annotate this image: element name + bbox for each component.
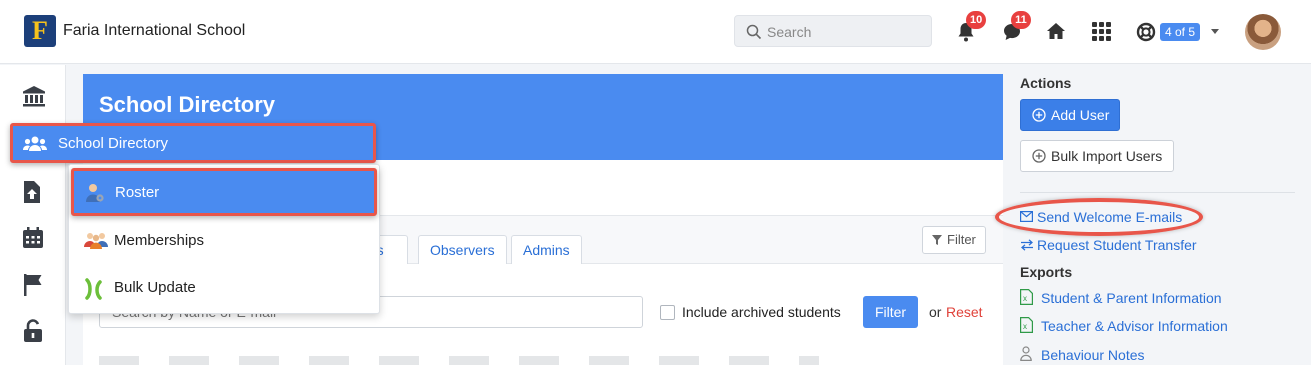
- excel-file-icon: x: [1020, 289, 1033, 305]
- file-upload-icon[interactable]: [22, 180, 42, 204]
- include-archived-label[interactable]: Include archived students: [682, 304, 841, 320]
- logo-letter: F: [32, 16, 48, 45]
- memberships-group-icon: [84, 233, 108, 249]
- home-icon[interactable]: [1046, 22, 1066, 40]
- school-directory-menu-item[interactable]: School Directory: [10, 123, 376, 163]
- calendar-icon[interactable]: [22, 227, 44, 249]
- messages-badge: 11: [1011, 11, 1031, 29]
- reset-link[interactable]: Reset: [946, 304, 983, 320]
- or-text: or: [929, 304, 942, 320]
- submenu-roster-label: Roster: [115, 184, 160, 201]
- roster-person-gear-icon: [86, 184, 104, 202]
- include-archived-checkbox[interactable]: [660, 305, 675, 320]
- school-directory-submenu: Roster Memberships Bulk Update: [68, 164, 380, 314]
- person-outline-icon: [1020, 346, 1032, 361]
- transfer-arrows-icon: [1021, 239, 1033, 251]
- export-behaviour-notes-link[interactable]: Behaviour Notes: [1020, 346, 1180, 364]
- bulk-update-icon: [85, 278, 102, 300]
- notifications-badge: 10: [966, 11, 987, 29]
- actions-heading: Actions: [1020, 75, 1072, 91]
- left-nav: [0, 65, 66, 365]
- plus-circle-icon: [1032, 149, 1046, 163]
- submenu-bulk-update-label: Bulk Update: [114, 279, 196, 296]
- filter-toggle-button[interactable]: Filter: [922, 226, 986, 254]
- export-student-parent-link[interactable]: x Student & Parent Information: [1020, 289, 1230, 307]
- school-logo[interactable]: F: [24, 15, 56, 47]
- submenu-item-roster[interactable]: Roster: [71, 168, 377, 216]
- exports-heading: Exports: [1020, 264, 1073, 280]
- users-group-icon: [23, 136, 47, 151]
- global-search-input[interactable]: [767, 22, 917, 42]
- svg-text:x: x: [1023, 294, 1027, 303]
- page-title: School Directory: [99, 92, 276, 117]
- divider: [1020, 192, 1295, 193]
- unlock-icon[interactable]: [22, 319, 44, 343]
- svg-text:x: x: [1023, 322, 1027, 331]
- filter-button[interactable]: Filter: [863, 296, 918, 328]
- chevron-down-icon[interactable]: [1211, 29, 1219, 34]
- top-bar: F Faria International School 10 11 4 of …: [0, 0, 1311, 64]
- export-teacher-advisor-label: Teacher & Advisor Information: [1041, 318, 1228, 334]
- export-student-parent-label: Student & Parent Information: [1041, 290, 1222, 306]
- school-building-icon[interactable]: [22, 85, 46, 107]
- request-student-transfer-link[interactable]: Request Student Transfer: [1020, 237, 1200, 255]
- submenu-item-bulk-update[interactable]: Bulk Update: [69, 268, 381, 308]
- apps-grid-icon[interactable]: [1092, 22, 1111, 41]
- school-name[interactable]: Faria International School: [63, 22, 245, 40]
- help-lifebuoy-icon[interactable]: [1136, 22, 1156, 42]
- bulk-import-label: Bulk Import Users: [1051, 148, 1163, 164]
- tab-observers[interactable]: Observers: [418, 235, 507, 264]
- bulk-import-users-button[interactable]: Bulk Import Users: [1020, 140, 1174, 172]
- add-user-button[interactable]: Add User: [1020, 99, 1120, 131]
- submenu-memberships-label: Memberships: [114, 232, 205, 249]
- page-counter-pill[interactable]: 4 of 5: [1160, 23, 1201, 41]
- school-directory-label: School Directory: [58, 135, 169, 152]
- submenu-item-memberships[interactable]: Memberships: [69, 221, 381, 261]
- global-search[interactable]: [734, 15, 932, 47]
- table-row-faded: [99, 356, 819, 365]
- filter-funnel-icon: [932, 235, 942, 245]
- highlight-annotation: [995, 198, 1203, 236]
- add-user-label: Add User: [1051, 107, 1110, 123]
- search-icon: [746, 24, 762, 40]
- filter-toggle-label: Filter: [947, 232, 976, 247]
- export-teacher-advisor-link[interactable]: x Teacher & Advisor Information: [1020, 317, 1235, 335]
- user-avatar[interactable]: [1245, 14, 1281, 50]
- tab-admins[interactable]: Admins: [511, 235, 582, 264]
- plus-circle-icon: [1032, 108, 1046, 122]
- export-behaviour-notes-label: Behaviour Notes: [1041, 347, 1145, 363]
- excel-file-icon: x: [1020, 317, 1033, 333]
- flag-icon[interactable]: [22, 273, 44, 297]
- request-student-transfer-label: Request Student Transfer: [1037, 237, 1197, 253]
